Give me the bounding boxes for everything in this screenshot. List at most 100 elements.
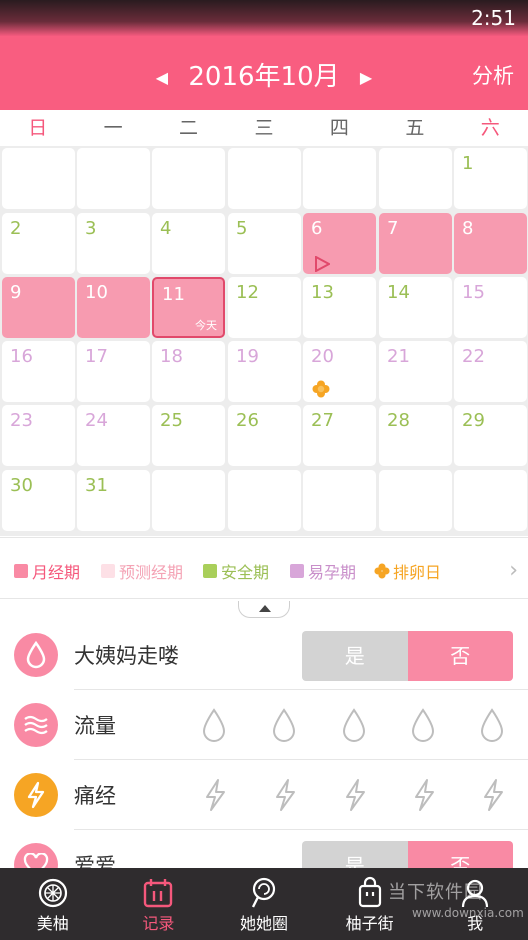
calendar-day-31[interactable]: 31	[77, 470, 150, 531]
next-month-icon[interactable]: ▶	[360, 68, 372, 87]
flow-level-drop-icon[interactable]	[201, 708, 227, 742]
calendar-day-19[interactable]: 19	[228, 341, 301, 402]
day-number: 6	[311, 218, 323, 239]
day-number: 20	[311, 346, 334, 367]
calendar-empty-cell[interactable]	[152, 470, 225, 531]
pain-level-bolt-icon[interactable]	[481, 778, 505, 812]
grapefruit-icon	[38, 878, 67, 908]
day-number: 11	[162, 284, 185, 305]
weekday-sat: 六	[480, 117, 500, 139]
period-toggle: 是 否	[302, 631, 513, 681]
weekday-wed: 三	[254, 117, 274, 139]
calendar-day-21[interactable]: 21	[379, 341, 452, 402]
calendar-day-17[interactable]: 17	[77, 341, 150, 402]
period-no-button[interactable]: 否	[407, 631, 513, 681]
legend: › 月经期 预测经期 安全期 易孕期 排卵日	[0, 537, 528, 599]
watermark: 当下软件园 www.downxia.com	[352, 872, 528, 940]
flow-level-drop-icon[interactable]	[479, 708, 505, 742]
calendar-empty-cell[interactable]	[228, 470, 301, 531]
calendar-day-25[interactable]: 25	[152, 405, 225, 466]
legend-item: 月经期	[14, 559, 80, 583]
day-number: 18	[160, 346, 183, 367]
calendar-day-26[interactable]: 26	[228, 405, 301, 466]
calendar-day-24[interactable]: 24	[77, 405, 150, 466]
day-number: 24	[85, 410, 108, 431]
day-number: 19	[236, 346, 259, 367]
calendar-empty-cell[interactable]	[77, 148, 150, 209]
legend-label: 安全期	[221, 563, 270, 582]
calendar-empty-cell[interactable]	[228, 148, 301, 209]
calendar-empty-cell[interactable]	[2, 148, 75, 209]
legend-swatch	[290, 564, 304, 578]
day-number: 29	[462, 410, 485, 431]
calendar-day-6[interactable]: 6	[303, 213, 376, 274]
calendar-day-1[interactable]: 1	[454, 148, 527, 209]
flow-level-drop-icon[interactable]	[341, 708, 367, 742]
weekday-fri: 五	[405, 117, 425, 139]
pain-level-bolt-icon[interactable]	[343, 778, 367, 812]
legend-item: 安全期	[203, 559, 269, 583]
day-number: 13	[311, 282, 334, 303]
collapse-calendar-button[interactable]	[238, 601, 290, 618]
calendar-day-2[interactable]: 2	[2, 213, 75, 274]
calendar-day-4[interactable]: 4	[152, 213, 225, 274]
day-number: 17	[85, 346, 108, 367]
record-row-period: 大姨妈走喽 是 否	[0, 620, 528, 690]
pain-level-bolt-icon[interactable]	[273, 778, 297, 812]
calendar-day-23[interactable]: 23	[2, 405, 75, 466]
day-number: 5	[236, 218, 248, 239]
day-number: 25	[160, 410, 183, 431]
day-number: 15	[462, 282, 485, 303]
calendar-day-18[interactable]: 18	[152, 341, 225, 402]
calendar-empty-cell[interactable]	[379, 148, 452, 209]
calendar-day-9[interactable]: 9	[2, 277, 75, 338]
tab-record[interactable]: 记录	[106, 868, 212, 940]
calendar-day-8[interactable]: 8	[454, 213, 527, 274]
calendar-day-5[interactable]: 5	[228, 213, 301, 274]
calendar-day-22[interactable]: 22	[454, 341, 527, 402]
calendar-day-7[interactable]: 7	[379, 213, 452, 274]
flower-icon	[374, 563, 390, 579]
calendar-empty-cell[interactable]	[303, 470, 376, 531]
status-bar: 2:51	[0, 0, 528, 36]
flow-level-drop-icon[interactable]	[271, 708, 297, 742]
calendar-day-10[interactable]: 10	[77, 277, 150, 338]
calendar-day-27[interactable]: 27	[303, 405, 376, 466]
calendar-day-30[interactable]: 30	[2, 470, 75, 531]
calendar-day-11[interactable]: 11 今天	[152, 277, 225, 338]
weekday-thu: 四	[329, 117, 349, 139]
ovulation-flower-icon	[312, 380, 330, 398]
lollipop-icon	[251, 877, 276, 908]
legend-swatch	[101, 564, 115, 578]
pain-level-bolt-icon[interactable]	[412, 778, 436, 812]
analysis-button[interactable]: 分析	[472, 60, 514, 90]
calendar-day-15[interactable]: 15	[454, 277, 527, 338]
watermark-url: www.downxia.com	[412, 906, 524, 920]
calendar-empty-cell[interactable]	[303, 148, 376, 209]
tab-meiyou[interactable]: 美柚	[0, 868, 106, 940]
tab-label: 美柚	[36, 914, 69, 933]
legend-label: 易孕期	[308, 563, 357, 582]
pain-level-bolt-icon[interactable]	[203, 778, 227, 812]
calendar-day-20[interactable]: 20	[303, 341, 376, 402]
day-number: 8	[462, 218, 474, 239]
waves-icon	[14, 703, 58, 747]
calendar-day-14[interactable]: 14	[379, 277, 452, 338]
legend-item: 易孕期	[290, 559, 356, 583]
calendar-empty-cell[interactable]	[152, 148, 225, 209]
calendar-empty-cell[interactable]	[379, 470, 452, 531]
period-start-flag-icon	[315, 256, 330, 272]
prev-month-icon[interactable]: ◀	[156, 68, 168, 87]
legend-more-icon[interactable]: ›	[509, 558, 518, 583]
calendar-day-28[interactable]: 28	[379, 405, 452, 466]
calendar-day-29[interactable]: 29	[454, 405, 527, 466]
flow-level-drop-icon[interactable]	[410, 708, 436, 742]
day-number: 14	[387, 282, 410, 303]
calendar-day-12[interactable]: 12	[228, 277, 301, 338]
calendar-day-16[interactable]: 16	[2, 341, 75, 402]
tab-circle[interactable]: 她她圈	[211, 868, 317, 940]
calendar-day-13[interactable]: 13	[303, 277, 376, 338]
calendar-day-3[interactable]: 3	[77, 213, 150, 274]
period-yes-button[interactable]: 是	[302, 631, 408, 681]
calendar-empty-cell[interactable]	[454, 470, 527, 531]
